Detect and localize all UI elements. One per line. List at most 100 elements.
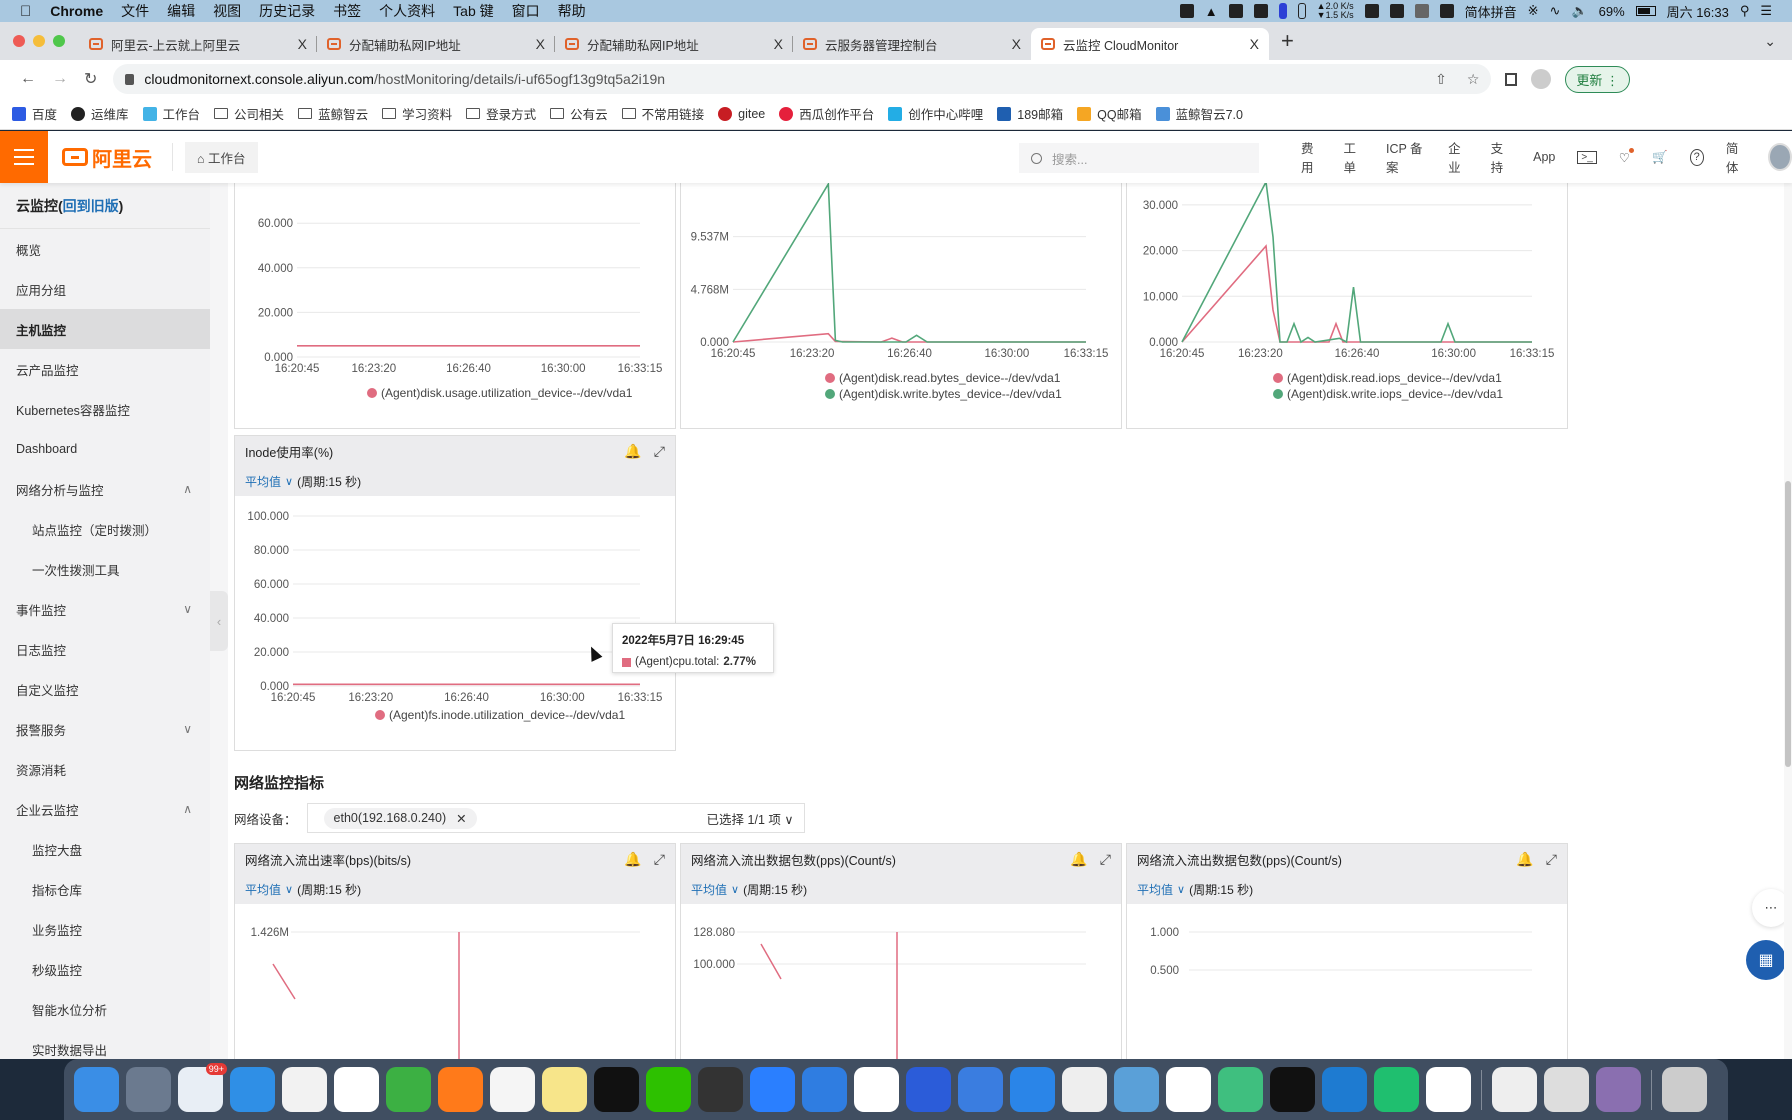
dock-iqiyi-icon[interactable] xyxy=(1218,1067,1263,1112)
dock-terminal-zen-icon[interactable] xyxy=(698,1067,743,1112)
legend-item[interactable]: (Agent)fs.inode.utilization_device--/dev… xyxy=(375,708,625,722)
menu-hamburger-icon[interactable] xyxy=(0,131,48,183)
control-center-icon[interactable]: ☰ xyxy=(1760,3,1772,19)
user-avatar[interactable] xyxy=(1768,143,1792,171)
dock-mail-icon[interactable]: 99+ xyxy=(178,1063,227,1112)
bluetooth-icon[interactable]: ※ xyxy=(1528,3,1539,19)
chevron-down-icon[interactable]: ∨ xyxy=(285,475,293,488)
minimize-window-button[interactable] xyxy=(33,35,45,47)
dock-safari-icon[interactable] xyxy=(230,1067,275,1112)
nav-tickets[interactable]: 工单 xyxy=(1343,138,1363,176)
expand-icon[interactable]: ⤢ xyxy=(654,443,665,460)
alarm-bell-icon[interactable]: 🔔 xyxy=(624,443,641,460)
bookmark-item[interactable]: 学习资料 xyxy=(382,104,452,123)
dock-kuaiyi-icon[interactable] xyxy=(958,1067,1003,1112)
alarm-bell-icon[interactable]: 🔔 xyxy=(624,851,641,868)
bookmark-item[interactable]: 公司相关 xyxy=(214,104,284,123)
clock[interactable]: 周六 16:33 xyxy=(1667,2,1729,21)
chevron-down-icon[interactable]: ∨ xyxy=(731,883,739,896)
dock-lark-icon[interactable] xyxy=(750,1067,795,1112)
sidebar-item[interactable]: 业务监控 xyxy=(0,909,210,949)
menu-help[interactable]: 帮助 xyxy=(549,1,595,21)
dock-pycharm-icon[interactable] xyxy=(1374,1067,1419,1112)
sidebar-item[interactable]: 一次性拨测工具 xyxy=(0,549,210,589)
sidebar-collapse-handle[interactable]: ‹ xyxy=(210,591,228,651)
update-button[interactable]: 更新 ⋮ xyxy=(1565,65,1631,93)
dock-baidu-netdisk-icon[interactable] xyxy=(1166,1067,1211,1112)
dock-chrome-icon[interactable] xyxy=(282,1067,327,1112)
back-to-old-version-link[interactable]: 回到旧版 xyxy=(63,196,119,216)
bookmark-item[interactable]: 运维库 xyxy=(71,104,129,123)
dock-word-icon[interactable] xyxy=(906,1067,951,1112)
bookmark-item[interactable]: 西瓜创作平台 xyxy=(779,104,874,123)
pinyin-icon[interactable] xyxy=(1439,4,1454,18)
wifi-icon[interactable]: ∿ xyxy=(1550,3,1561,19)
forward-button[interactable]: → xyxy=(44,70,76,88)
sidebar-item[interactable]: 云产品监控 xyxy=(0,349,210,389)
dock-navicat-icon[interactable] xyxy=(1114,1067,1159,1112)
sidebar-item[interactable]: Dashboard xyxy=(0,429,210,469)
wps-status-icon[interactable] xyxy=(1179,4,1194,18)
chevron-down-icon[interactable]: ∨ xyxy=(285,883,293,896)
menu-profile[interactable]: 个人资料 xyxy=(370,1,444,21)
help-icon[interactable]: ? xyxy=(1689,148,1704,166)
url-bar[interactable]: cloudmonitornext.console.aliyun.com/host… xyxy=(113,64,1492,94)
sidebar-item[interactable]: 企业云监控 ∧ xyxy=(0,789,210,829)
workbench-button[interactable]: ⌂ 工作台 xyxy=(185,141,258,173)
chevron-up-icon[interactable]: ∧ xyxy=(183,482,192,496)
spotlight-icon[interactable]: ⚲ xyxy=(1740,3,1750,19)
sidebar-item[interactable]: 秒级监控 xyxy=(0,949,210,989)
close-tab-icon[interactable]: X xyxy=(774,36,783,52)
tab-search-chevron-icon[interactable]: ⌄ xyxy=(1764,33,1792,50)
battery-icon[interactable] xyxy=(1635,6,1656,16)
bookmark-item[interactable]: 189邮箱 xyxy=(997,104,1063,123)
aliyun-logo[interactable]: 阿里云 xyxy=(62,143,152,172)
nav-support[interactable]: 支持 xyxy=(1491,138,1511,176)
sidebar-item[interactable]: 监控大盘 xyxy=(0,829,210,869)
network-device-select[interactable]: eth0(192.168.0.240) ✕ 已选择 1/1 项 ∨ xyxy=(306,803,805,833)
dock-evernote-icon[interactable] xyxy=(386,1067,431,1112)
menu-chrome[interactable]: Chrome xyxy=(41,3,112,19)
menu-history[interactable]: 历史记录 xyxy=(250,1,324,21)
series-line[interactable] xyxy=(272,963,296,1000)
series-line[interactable] xyxy=(732,332,1086,343)
bookmark-item[interactable]: 公有云 xyxy=(550,104,608,123)
chevron-down-icon[interactable]: ∨ xyxy=(1177,883,1185,896)
menu-file[interactable]: 文件 xyxy=(112,1,158,21)
chevron-down-icon[interactable]: ∨ xyxy=(183,722,192,736)
sidebar-item[interactable]: Kubernetes容器监控 xyxy=(0,389,210,429)
chevron-up-icon[interactable]: ∧ xyxy=(183,802,192,816)
reload-button[interactable]: ↻ xyxy=(76,69,105,89)
nav-icp[interactable]: ICP 备案 xyxy=(1386,138,1426,176)
dock-trash-icon[interactable] xyxy=(1662,1067,1707,1112)
close-window-button[interactable] xyxy=(13,35,25,47)
sidebar-item[interactable]: 自定义监控 xyxy=(0,669,210,709)
bookmark-item[interactable]: 蓝鲸智云 xyxy=(298,104,368,123)
dock-typora-icon[interactable] xyxy=(334,1067,379,1112)
lock-icon[interactable] xyxy=(125,73,135,85)
bookmark-item[interactable]: gitee xyxy=(718,106,765,121)
bookmark-item[interactable]: 百度 xyxy=(12,104,57,123)
aggregation-select[interactable]: 平均值 xyxy=(245,881,281,898)
nav-billing[interactable]: 费用 xyxy=(1301,138,1321,176)
sidebar-item[interactable]: 网络分析与监控 ∧ xyxy=(0,469,210,509)
sidebar-item[interactable]: 应用分组 xyxy=(0,269,210,309)
sidebar-item[interactable]: 指标仓库 xyxy=(0,869,210,909)
dock-preview-icon[interactable] xyxy=(1596,1067,1641,1112)
zoom-window-button[interactable] xyxy=(53,35,65,47)
menu-window[interactable]: 窗口 xyxy=(503,1,549,21)
camera-icon[interactable] xyxy=(1364,4,1379,18)
sidebar-item[interactable]: 概览 xyxy=(0,229,210,269)
browser-tab[interactable]: 分配辅助私网IP地址 X xyxy=(555,28,793,60)
browser-tab[interactable]: 分配辅助私网IP地址 X xyxy=(317,28,555,60)
vpn-status-icon[interactable] xyxy=(1228,4,1243,18)
memory-monitor-icon[interactable] xyxy=(1297,3,1306,19)
dock-remote-icon[interactable] xyxy=(802,1067,847,1112)
series-line[interactable] xyxy=(1181,244,1532,343)
terminal-icon[interactable]: >_ xyxy=(1577,150,1597,164)
bookmark-item[interactable]: 不常用链接 xyxy=(621,104,704,123)
wechat-status-icon[interactable] xyxy=(1389,4,1404,18)
menu-tab[interactable]: Tab 键 xyxy=(444,1,502,21)
series-line[interactable] xyxy=(760,943,782,980)
close-tab-icon[interactable]: X xyxy=(536,36,545,52)
